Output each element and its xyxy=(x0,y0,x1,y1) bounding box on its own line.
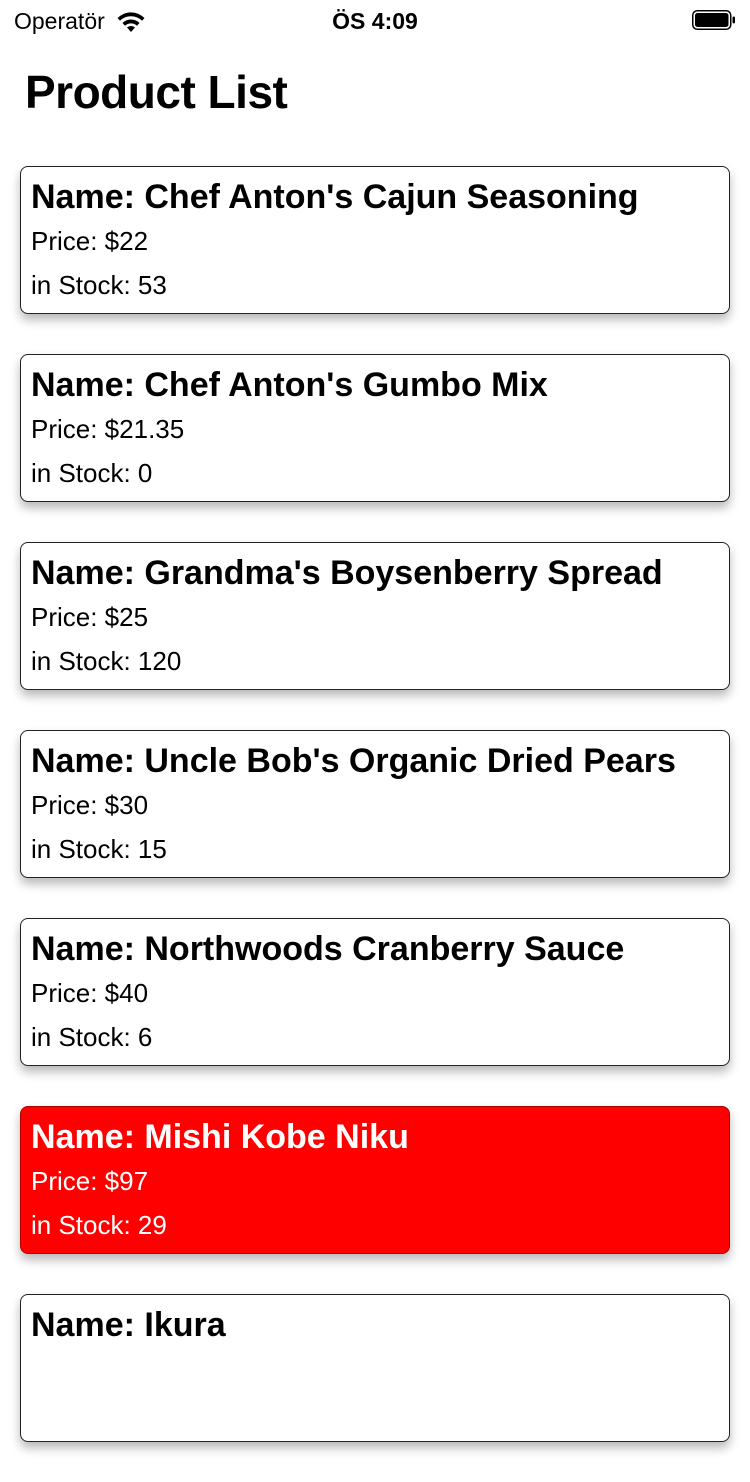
product-name: Name: Chef Anton's Gumbo Mix xyxy=(31,366,548,404)
product-stock: in Stock: 15 xyxy=(31,834,167,864)
product-card[interactable]: Name: Grandma's Boysenberry Spread Price… xyxy=(20,542,730,690)
product-card[interactable]: Name: Uncle Bob's Organic Dried Pears Pr… xyxy=(20,730,730,878)
product-price: Price: $40 xyxy=(31,978,149,1008)
status-time: ÖS 4:09 xyxy=(332,8,418,34)
product-card[interactable]: Name: Northwoods Cranberry Sauce Price: … xyxy=(20,918,730,1066)
product-name: Name: Chef Anton's Cajun Seasoning xyxy=(31,178,639,216)
product-stock: in Stock: 29 xyxy=(31,1210,167,1240)
product-name: Name: Ikura xyxy=(31,1306,226,1344)
product-price: Price: $97 xyxy=(31,1166,149,1196)
product-card[interactable]: Name: Ikura xyxy=(20,1294,730,1442)
product-card[interactable]: Name: Chef Anton's Cajun Seasoning Price… xyxy=(20,166,730,314)
product-stock: in Stock: 53 xyxy=(31,270,167,300)
product-name: Name: Northwoods Cranberry Sauce xyxy=(31,930,625,968)
page-title: Product List xyxy=(25,66,288,118)
product-price: Price: $30 xyxy=(31,790,149,820)
product-name: Name: Mishi Kobe Niku xyxy=(31,1118,409,1156)
product-list: Name: Chef Anton's Cajun Seasoning Price… xyxy=(20,166,730,1482)
status-bar: Operatör ÖS 4:09 xyxy=(0,0,750,40)
product-card[interactable]: Name: Chef Anton's Gumbo Mix Price: $21.… xyxy=(20,354,730,502)
product-stock: in Stock: 6 xyxy=(31,1022,153,1052)
product-card-highlighted[interactable]: Name: Mishi Kobe Niku Price: $97 in Stoc… xyxy=(20,1106,730,1254)
product-stock: in Stock: 0 xyxy=(31,458,153,488)
product-price: Price: $25 xyxy=(31,602,149,632)
product-name: Name: Grandma's Boysenberry Spread xyxy=(31,554,663,592)
battery-icon xyxy=(692,10,735,30)
product-stock: in Stock: 120 xyxy=(31,646,182,676)
product-name: Name: Uncle Bob's Organic Dried Pears xyxy=(31,742,676,780)
product-price: Price: $22 xyxy=(31,226,149,256)
product-price: Price: $21.35 xyxy=(31,414,185,444)
